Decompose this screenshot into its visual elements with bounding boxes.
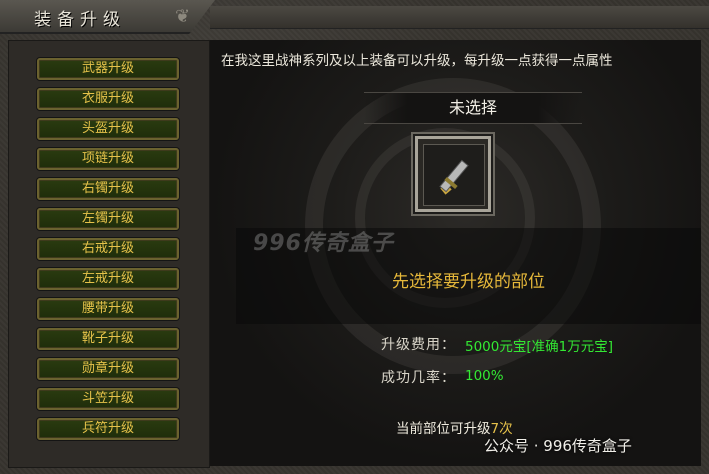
sidebar-item-armor[interactable]: 衣服升级 [37, 88, 179, 110]
rate-value: 100% [465, 368, 504, 384]
rate-label: 成功几率： [381, 370, 456, 386]
slot-header: 未选择 [364, 92, 582, 124]
sidebar-item-left-ring[interactable]: 左戒升级 [37, 268, 179, 290]
sidebar-item-helmet[interactable]: 头盔升级 [37, 118, 179, 140]
page-headline: 在我这里战神系列及以上装备可以升级，每升级一点获得一点属性 [221, 53, 613, 69]
item-slot[interactable] [415, 136, 491, 212]
cost-value: 5000元宝[准确1万元宝] [465, 339, 613, 355]
sidebar-item-left-bracelet[interactable]: 左镯升级 [37, 208, 179, 230]
sidebar-item-medal[interactable]: 勋章升级 [37, 358, 179, 380]
title-bar [210, 6, 709, 29]
slot-title: 未选择 [448, 98, 497, 117]
notice-text: 先选择要升级的部位 [392, 272, 545, 292]
window-title: 装备升级 [34, 10, 126, 30]
sword-icon [439, 159, 469, 195]
sidebar-item-boots[interactable]: 靴子升级 [37, 328, 179, 350]
upgrade-count-prefix: 当前部位可升级 [396, 421, 491, 437]
title-tab: 装备升级 ❦ [0, 0, 215, 34]
sidebar: 武器升级 衣服升级 头盔升级 项链升级 右镯升级 左镯升级 右戒升级 左戒升级 … [8, 40, 210, 468]
sidebar-item-belt[interactable]: 腰带升级 [37, 298, 179, 320]
sidebar-item-token[interactable]: 兵符升级 [37, 418, 179, 440]
ornament-icon: ❦ [175, 6, 191, 27]
sidebar-item-right-bracelet[interactable]: 右镯升级 [37, 178, 179, 200]
sidebar-item-hat[interactable]: 斗笠升级 [37, 388, 179, 410]
upgrade-count-text: 当前部位可升级7次 [396, 417, 513, 437]
credit-text: 公众号 · 996传奇盒子 [484, 437, 632, 455]
watermark: 996传奇盒子 [253, 231, 394, 256]
sidebar-item-right-ring[interactable]: 右戒升级 [37, 238, 179, 260]
sidebar-item-weapon[interactable]: 武器升级 [37, 58, 179, 80]
sidebar-item-necklace[interactable]: 项链升级 [37, 148, 179, 170]
cost-label: 升级费用： [381, 337, 456, 353]
item-slot-inner [423, 144, 485, 206]
